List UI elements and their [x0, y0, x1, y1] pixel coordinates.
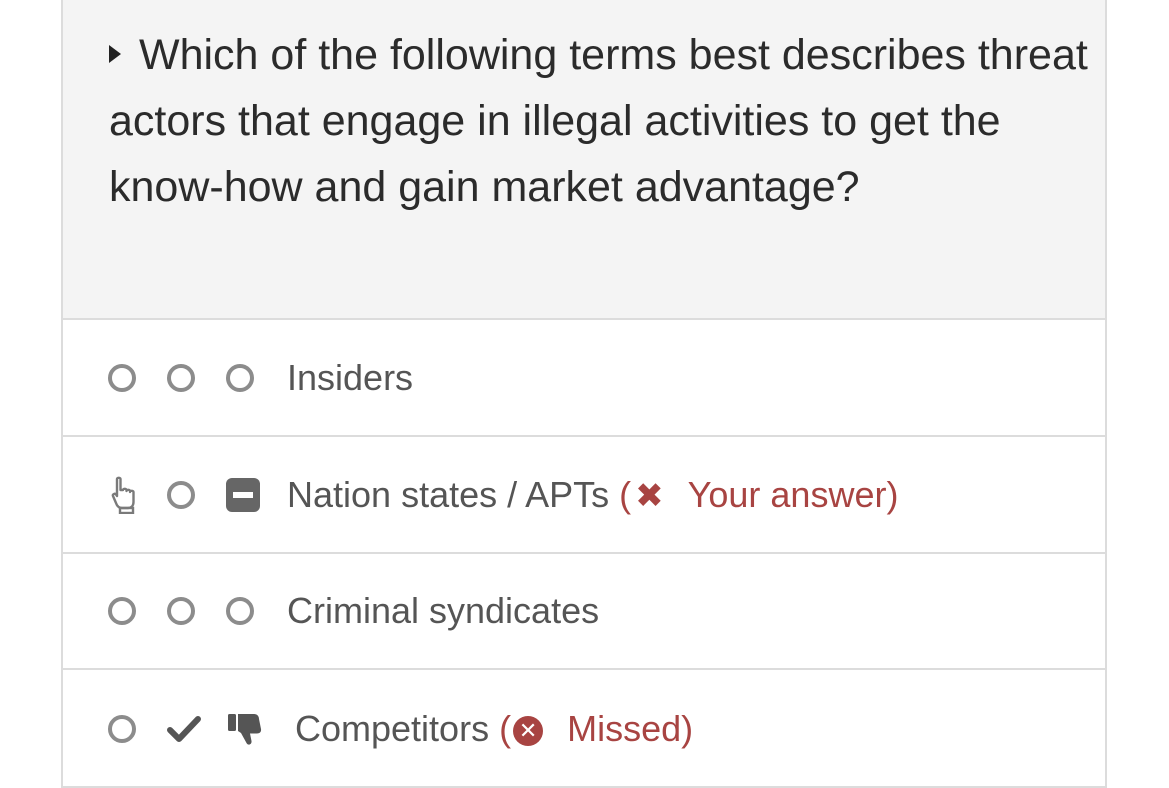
quiz-panel: Which of the following terms best descri…	[61, 0, 1107, 788]
question-text: Which of the following terms best descri…	[109, 22, 1089, 220]
option-label-group: Competitors (✕ Missed)	[295, 708, 693, 750]
hand-pointer-icon	[108, 476, 142, 514]
minus-square-icon	[226, 477, 260, 512]
option-label-group: Nation states / APTs (✖ Your answer)	[287, 474, 898, 516]
x-circle-icon: ✕	[513, 715, 544, 746]
checkmark-icon	[167, 715, 201, 743]
radio-icon	[167, 480, 195, 509]
option-row-insiders[interactable]: Insiders	[63, 320, 1105, 437]
thumbs-down-icon	[226, 711, 264, 747]
x-mark-icon: ✖	[635, 476, 664, 515]
question-label: Which of the following terms best descri…	[109, 31, 1088, 211]
feedback-your-answer: (✖ Your answer)	[619, 473, 899, 515]
option-row-competitors[interactable]: Competitors (✕ Missed)	[63, 670, 1105, 787]
option-label: Insiders	[287, 356, 414, 398]
caret-right-icon[interactable]	[109, 45, 121, 63]
radio-icon	[108, 596, 136, 625]
radio-icon	[108, 363, 136, 392]
feedback-missed: (✕ Missed)	[499, 707, 694, 749]
option-row-criminal-syndicates[interactable]: Criminal syndicates	[63, 553, 1105, 670]
option-label: Criminal syndicates	[287, 589, 600, 631]
feedback-text: Your answer)	[687, 473, 899, 515]
option-label: Competitors	[295, 707, 490, 749]
option-label: Nation states / APTs	[287, 473, 610, 515]
option-row-nation-states[interactable]: Nation states / APTs (✖ Your answer)	[63, 437, 1105, 554]
feedback-text: Missed)	[567, 707, 694, 749]
radio-icon	[167, 596, 195, 625]
radio-icon	[167, 363, 195, 392]
question-header: Which of the following terms best descri…	[63, 0, 1105, 320]
radio-icon	[226, 363, 254, 392]
radio-icon	[108, 714, 136, 743]
radio-icon	[226, 596, 254, 625]
